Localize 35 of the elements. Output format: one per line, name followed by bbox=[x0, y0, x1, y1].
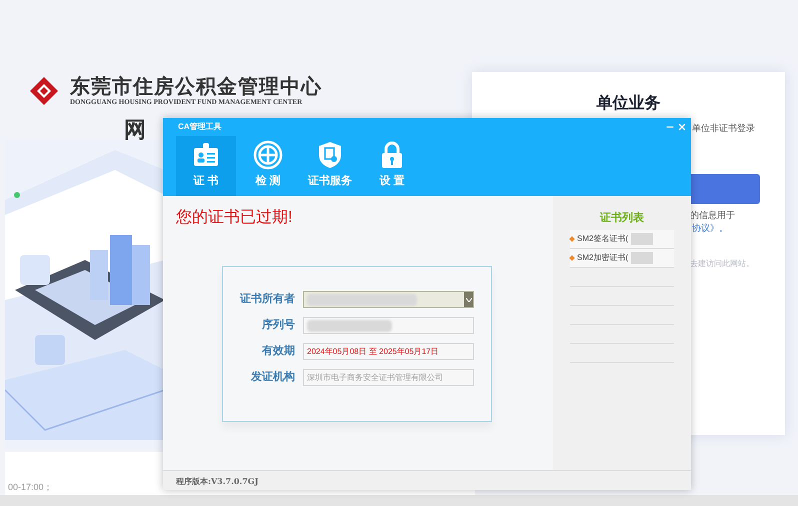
toolbar-tab[interactable]: 证书服务 bbox=[300, 136, 360, 196]
window-title: CA管理工具 bbox=[178, 121, 222, 133]
crosshair-icon bbox=[253, 140, 283, 170]
readonly-field[interactable]: 2024年05月08日 至 2025年05月17日 bbox=[303, 343, 474, 360]
toolbar-tab[interactable]: 检 测 bbox=[238, 136, 298, 196]
field-label: 发证机构 bbox=[250, 370, 295, 386]
toolbar-tab[interactable]: 证 书 bbox=[176, 136, 236, 196]
cert-list-item[interactable]: SM2加密证书( bbox=[570, 248, 674, 268]
card-title: 单位业务 bbox=[596, 94, 660, 114]
logo-title: 东莞市住房公积金管理中心 bbox=[70, 74, 322, 98]
expired-message: 您的证书已过期! bbox=[176, 208, 294, 228]
close-button[interactable] bbox=[677, 122, 687, 132]
bullet-icon bbox=[569, 236, 575, 242]
bullet-icon bbox=[569, 254, 575, 260]
office-hours-text: 00-17:00； bbox=[8, 481, 53, 494]
readonly-field[interactable] bbox=[303, 317, 474, 334]
cert-name: SM2加密证书( bbox=[577, 252, 628, 264]
login-option-text: 单位非证书登录 bbox=[692, 122, 755, 135]
version-text: 程序版本:V3.7.0.7GJ bbox=[176, 474, 258, 486]
owner-select[interactable] bbox=[303, 291, 474, 308]
hint-text: 去建访问此网站。 bbox=[690, 258, 754, 270]
close-icon bbox=[677, 122, 687, 132]
field-value: 2024年05月08日 至 2025年05月17日 bbox=[307, 346, 439, 358]
field-label: 序列号 bbox=[261, 318, 295, 334]
field-label: 有效期 bbox=[260, 344, 295, 360]
logo-icon bbox=[28, 74, 60, 106]
readonly-field[interactable]: 深圳市电子商务安全证书管理有限公司 bbox=[303, 369, 474, 386]
toolbar-tab[interactable]: 设 置 bbox=[362, 136, 422, 196]
cert-name: SM2签名证书( bbox=[577, 232, 628, 244]
field-label: 证书所有者 bbox=[238, 292, 295, 308]
field-value: 深圳市电子商务安全证书管理有限公司 bbox=[307, 372, 443, 384]
cert-list-item[interactable]: SM2签名证书( bbox=[570, 230, 674, 248]
cert-list-title: 证书列表 bbox=[600, 210, 644, 226]
page-heading: 网 bbox=[124, 117, 146, 143]
agreement-link[interactable]: 协议》。 bbox=[692, 222, 728, 236]
